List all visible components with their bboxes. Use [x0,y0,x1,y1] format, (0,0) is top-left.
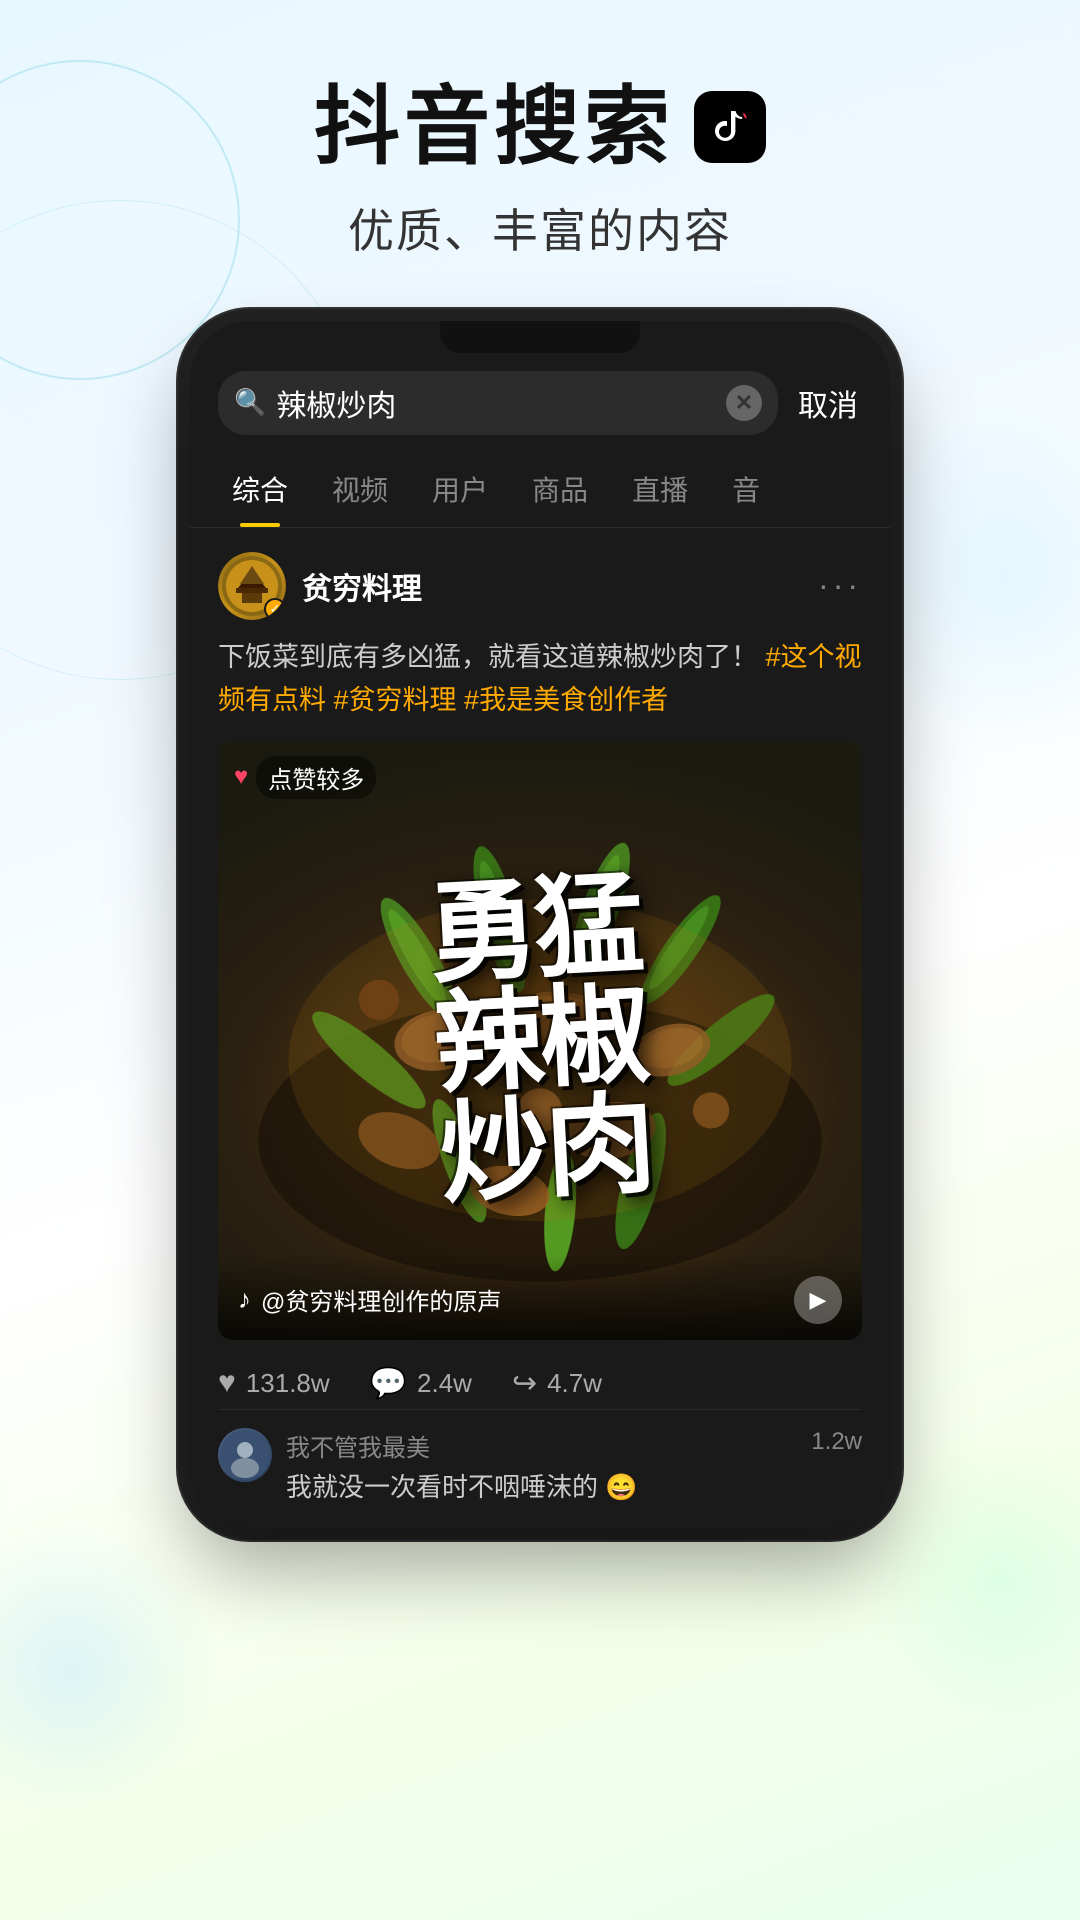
audio-label: @贫穷料理创作的原声 [261,1282,501,1317]
play-button[interactable]: ▶ [794,1276,842,1324]
video-card[interactable]: ♥ 点赞较多 勇猛辣椒炒肉 ♪ @贫穷料理创作的原声 ▶ [218,740,862,1340]
video-popular-badge: ♥ 点赞较多 [234,756,376,799]
comment-icon: 💬 [370,1366,407,1401]
hashtag-3[interactable]: #我是美食创作者 [464,685,668,715]
clear-search-button[interactable]: ✕ [726,385,762,421]
tiktok-music-icon: ♪ [238,1284,251,1315]
user-card: ✓ 贫穷料理 ··· [218,552,862,620]
page-title: 抖音搜索 [0,80,1080,175]
avatar: ✓ [218,552,286,620]
share-number: 4.7w [547,1368,602,1399]
comment-reply-count: 1.2w [811,1428,862,1456]
tab-视频[interactable]: 视频 [310,451,410,527]
hashtag-2[interactable]: #贫穷料理 [334,685,465,715]
heart-icon: ♥ [234,763,248,791]
share-count[interactable]: ↪ 4.7w [512,1366,602,1401]
tab-综合[interactable]: 综合 [210,451,310,527]
search-input-wrap[interactable]: 🔍 辣椒炒肉 ✕ [218,371,778,435]
title-text: 抖音搜索 [314,80,674,175]
video-thumbnail: ♥ 点赞较多 勇猛辣椒炒肉 ♪ @贫穷料理创作的原声 ▶ [218,740,862,1340]
video-bottom-bar: ♪ @贫穷料理创作的原声 ▶ [218,1256,862,1340]
comment-text: 我就没一次看时不咽唾沫的 😄 [286,1467,797,1504]
post-main-text: 下饭菜到底有多凶猛，就看这道辣椒炒肉了！ [218,642,758,672]
cancel-button[interactable]: 取消 [794,373,862,433]
heart-icon: ♥ [218,1366,236,1400]
badge-label: 点赞较多 [256,756,376,799]
share-icon: ↪ [512,1366,537,1401]
like-count[interactable]: ♥ 131.8w [218,1366,330,1401]
comment-number: 2.4w [417,1368,472,1399]
post-text: 下饭菜到底有多凶猛，就看这道辣椒炒肉了！ #这个视频有点料 #贫穷料理 #我是美… [218,636,862,722]
video-title-overlay: 勇猛辣椒炒肉 [218,740,862,1340]
engagement-bar: ♥ 131.8w 💬 2.4w ↪ 4.7w [218,1358,862,1410]
verified-badge-icon: ✓ [264,598,286,620]
like-number: 131.8w [246,1368,330,1399]
tab-bar: 综合 视频 用户 商品 直播 音 [190,451,890,528]
phone-notch [440,321,640,353]
comment-body: 我不管我最美 我就没一次看时不咽唾沫的 😄 [286,1428,797,1504]
more-options-button[interactable]: ··· [818,567,862,604]
comment-count[interactable]: 💬 2.4w [370,1366,472,1401]
phone-mockup: 🔍 辣椒炒肉 ✕ 取消 综合 视频 用户 商品 直播 音 [190,321,890,1528]
username-label: 贫穷料理 [302,564,818,608]
tab-用户[interactable]: 用户 [410,451,510,527]
header-section: 抖音搜索 优质、丰富的内容 [0,0,1080,261]
search-icon: 🔍 [234,387,266,418]
tiktok-logo-icon [694,91,766,163]
audio-info: ♪ @贫穷料理创作的原声 [238,1282,501,1317]
search-query-text: 辣椒炒肉 [276,381,726,425]
commenter-name: 我不管我最美 [286,1428,797,1463]
phone-container: 🔍 辣椒炒肉 ✕ 取消 综合 视频 用户 商品 直播 音 [0,321,1080,1528]
content-area: ✓ 贫穷料理 ··· 下饭菜到底有多凶猛，就看这道辣椒炒肉了！ #这个视频有点料… [190,528,890,1528]
calligraphy-title: 勇猛辣椒炒肉 [406,869,675,1212]
commenter-avatar [218,1428,272,1482]
tab-直播[interactable]: 直播 [610,451,710,527]
tab-商品[interactable]: 商品 [510,451,610,527]
tab-音[interactable]: 音 [710,451,782,527]
subtitle-text: 优质、丰富的内容 [0,195,1080,261]
comment-preview: 我不管我最美 我就没一次看时不咽唾沫的 😄 1.2w [218,1428,862,1504]
bg-decoration-5 [0,1520,220,1820]
